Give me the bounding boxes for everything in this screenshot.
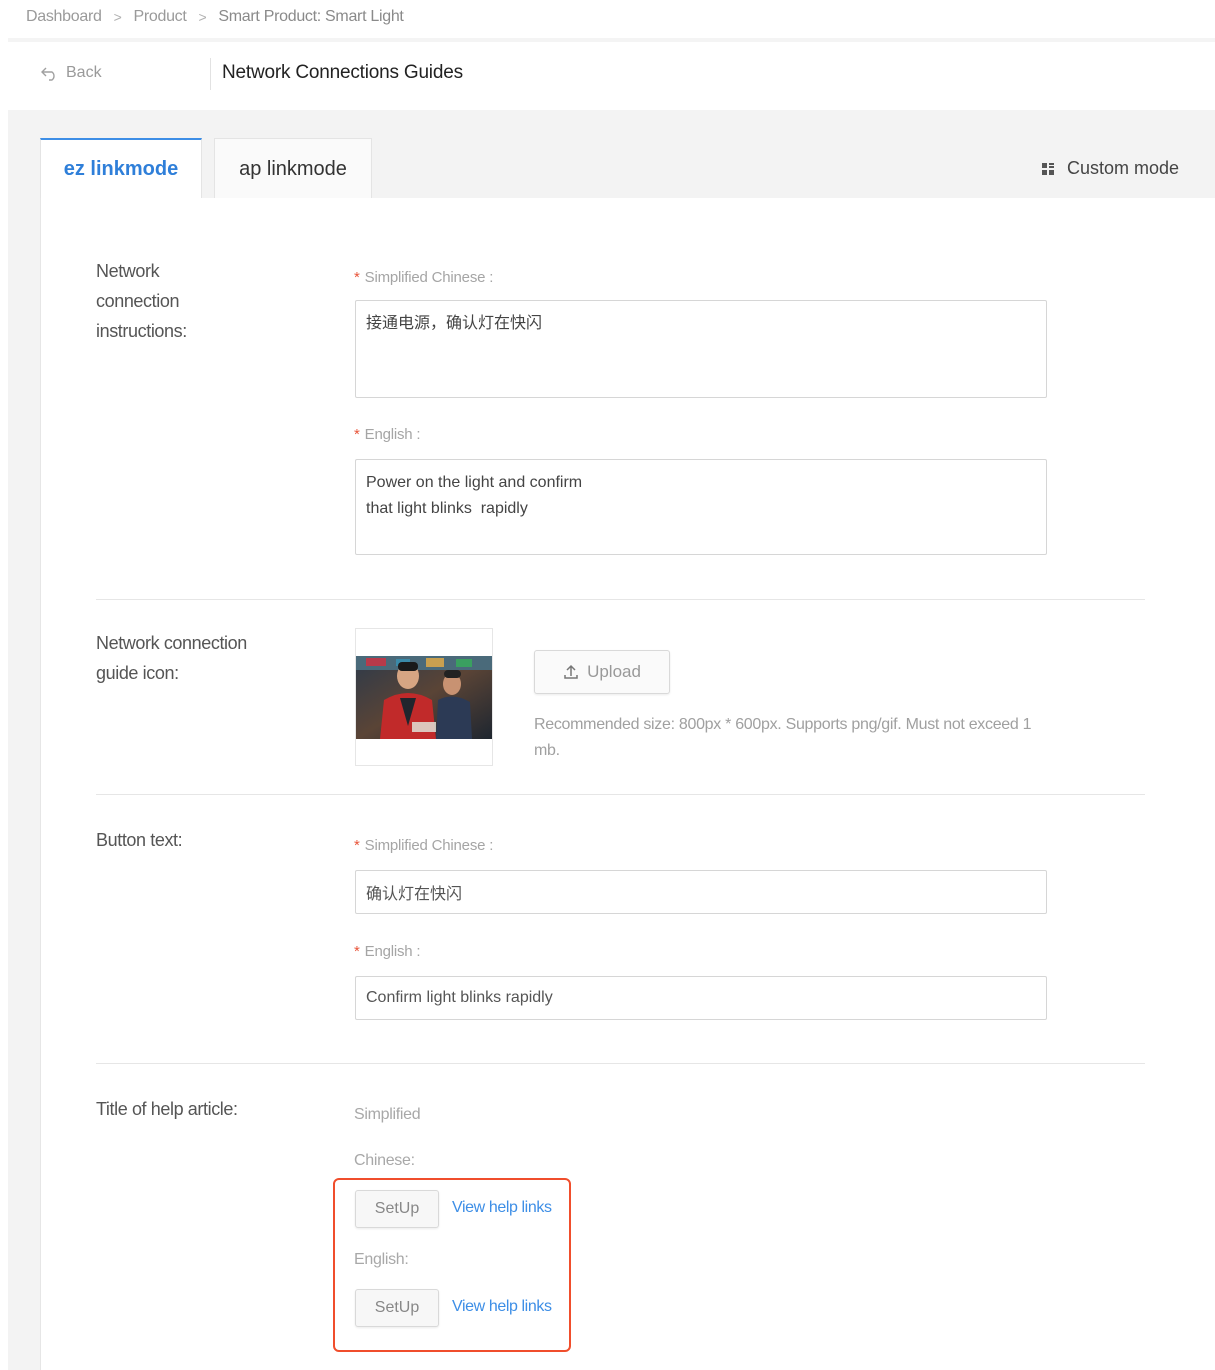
required-marker: * bbox=[354, 837, 360, 854]
button-text-chinese-label: * Simplified Chinese : bbox=[354, 837, 494, 854]
instructions-section-label: Network connection instructions: bbox=[96, 261, 187, 341]
section-divider bbox=[96, 794, 1145, 795]
required-marker: * bbox=[354, 269, 360, 286]
instructions-chinese-textarea[interactable]: 接通电源，确认灯在快闪 bbox=[355, 300, 1047, 398]
required-marker: * bbox=[354, 426, 360, 443]
breadcrumb-current: Smart Product: Smart Light bbox=[218, 8, 404, 25]
button-text-chinese-input[interactable] bbox=[355, 870, 1047, 914]
help-english-label: English: bbox=[354, 1251, 409, 1268]
tab-ap-linkmode[interactable]: ap linkmode bbox=[214, 138, 372, 199]
breadcrumb: Dashboard > Product > Smart Product: Sma… bbox=[26, 8, 404, 26]
breadcrumb-separator: > bbox=[113, 9, 122, 25]
button-text-english-label: * English : bbox=[354, 943, 421, 960]
tab-bar: ez linkmode ap linkmode bbox=[40, 138, 372, 199]
breadcrumb-dashboard[interactable]: Dashboard bbox=[26, 8, 102, 26]
upload-label: Upload bbox=[587, 662, 641, 681]
upload-icon bbox=[564, 664, 578, 679]
view-help-links-english[interactable]: View help links bbox=[452, 1298, 552, 1316]
page-header: Back Network Connections Guides bbox=[8, 42, 1215, 110]
instructions-english-textarea[interactable]: Power on the light and confirm that ligh… bbox=[355, 459, 1047, 555]
custom-mode-label: Custom mode bbox=[1066, 158, 1179, 178]
page-title: Network Connections Guides bbox=[222, 62, 463, 83]
guide-icon-section-label: Network connection guide icon: bbox=[96, 633, 247, 683]
instructions-chinese-label: * Simplified Chinese : bbox=[354, 269, 494, 286]
help-chinese-label-line2: Chinese: bbox=[354, 1152, 415, 1169]
setup-button-chinese[interactable]: SetUp bbox=[355, 1190, 439, 1228]
back-label: Back bbox=[66, 64, 102, 81]
button-text-english-input[interactable] bbox=[355, 976, 1047, 1020]
custom-mode-button[interactable]: Custom mode bbox=[1041, 158, 1179, 179]
button-text-section-label: Button text: bbox=[96, 830, 183, 850]
help-article-section-label: Title of help article: bbox=[96, 1099, 238, 1119]
view-help-links-chinese[interactable]: View help links bbox=[452, 1199, 552, 1217]
back-button[interactable]: Back bbox=[40, 64, 102, 82]
grid-icon bbox=[1041, 162, 1054, 175]
upload-button[interactable]: Upload bbox=[534, 650, 670, 694]
section-divider bbox=[96, 599, 1145, 600]
instructions-english-label: * English : bbox=[354, 426, 421, 443]
setup-button-english[interactable]: SetUp bbox=[355, 1289, 439, 1327]
breadcrumb-product[interactable]: Product bbox=[133, 8, 186, 26]
help-chinese-label-line1: Simplified bbox=[354, 1106, 421, 1123]
required-marker: * bbox=[354, 943, 360, 960]
header-separator bbox=[210, 58, 211, 90]
guide-icon-thumbnail bbox=[355, 628, 493, 766]
tab-ez-linkmode[interactable]: ez linkmode bbox=[40, 138, 202, 199]
breadcrumb-separator: > bbox=[198, 9, 207, 25]
section-divider bbox=[96, 1063, 1145, 1064]
upload-hint: Recommended size: 800px * 600px. Support… bbox=[534, 716, 1032, 759]
guide-icon-image bbox=[356, 656, 492, 739]
back-arrow-icon bbox=[41, 67, 55, 81]
